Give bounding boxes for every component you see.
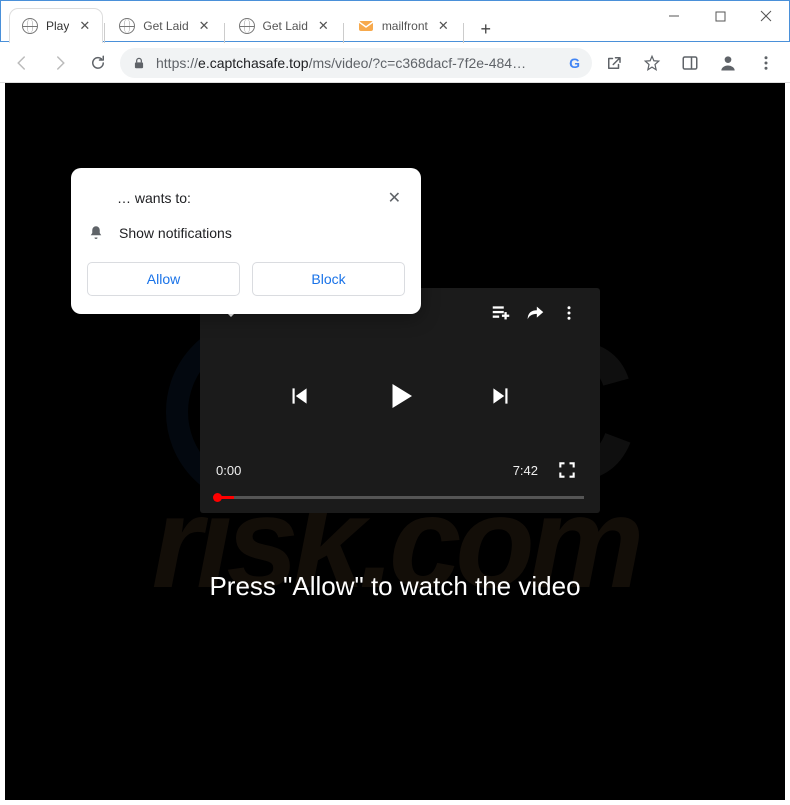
dialog-close-icon[interactable]: ✕ [384, 184, 405, 212]
player-time-row: 0:00 7:42 [200, 455, 600, 485]
mail-icon [358, 18, 374, 34]
address-bar[interactable]: https:// e.captchasafe.top /ms/video/?c=… [120, 48, 592, 78]
window-close-button[interactable] [743, 1, 789, 31]
globe-icon [239, 18, 255, 34]
scam-caption: Press "Allow" to watch the video [5, 571, 785, 602]
tab-separator [463, 23, 464, 43]
tab-title: Get Laid [143, 19, 188, 33]
browser-tab[interactable]: Get Laid ✕ [107, 9, 221, 43]
share-arrow-icon[interactable] [518, 298, 552, 328]
tab-close-icon[interactable]: ✕ [436, 16, 451, 36]
skip-next-icon[interactable] [488, 383, 514, 409]
profile-button[interactable] [712, 47, 744, 79]
allow-button[interactable]: Allow [87, 262, 240, 296]
page-content: PC risk.com [5, 83, 785, 800]
more-vert-icon[interactable] [552, 298, 586, 328]
permission-text: Show notifications [119, 225, 232, 241]
tab-separator [343, 23, 344, 43]
globe-icon [119, 18, 135, 34]
browser-tab[interactable]: mailfront ✕ [346, 9, 461, 43]
tab-title: mailfront [382, 19, 428, 33]
tab-separator [224, 23, 225, 43]
tab-close-icon[interactable]: ✕ [77, 16, 92, 36]
window-maximize-button[interactable] [697, 1, 743, 31]
tab-title: Play [46, 19, 69, 33]
nav-forward-button[interactable] [44, 47, 76, 79]
sidepanel-button[interactable] [674, 47, 706, 79]
tab-separator [104, 23, 105, 43]
chrome-menu-button[interactable] [750, 47, 782, 79]
nav-back-button[interactable] [6, 47, 38, 79]
tab-close-icon[interactable]: ✕ [316, 16, 331, 36]
tab-close-icon[interactable]: ✕ [197, 16, 212, 36]
duration: 7:42 [513, 463, 538, 478]
share-button[interactable] [598, 47, 630, 79]
playlist-add-icon[interactable] [484, 298, 518, 328]
notification-permission-dialog: … wants to: ✕ Show notifications Allow B… [71, 168, 421, 314]
tab-title: Get Laid [263, 19, 308, 33]
new-tab-button[interactable]: + [472, 15, 500, 43]
bell-icon [87, 224, 105, 242]
globe-icon [22, 18, 38, 34]
browser-toolbar: https:// e.captchasafe.top /ms/video/?c=… [0, 43, 790, 83]
url-path: /ms/video/?c=c368dacf-7f2e-484… [309, 55, 527, 71]
url-host: e.captchasafe.top [198, 55, 309, 71]
google-icon[interactable]: G [569, 55, 580, 71]
current-time: 0:00 [216, 463, 241, 478]
browser-tab[interactable]: Get Laid ✕ [227, 9, 341, 43]
video-player[interactable]: 0:00 7:42 [200, 288, 600, 513]
progress-bar[interactable] [216, 496, 584, 499]
dialog-title: … wants to: [87, 190, 384, 206]
block-button[interactable]: Block [252, 262, 405, 296]
play-icon[interactable] [382, 378, 418, 414]
bookmark-button[interactable] [636, 47, 668, 79]
nav-reload-button[interactable] [82, 47, 114, 79]
browser-tab[interactable]: Play ✕ [10, 9, 102, 43]
fullscreen-icon[interactable] [550, 455, 584, 485]
lock-icon [132, 56, 146, 70]
url-text: https:// e.captchasafe.top /ms/video/?c=… [156, 55, 526, 71]
url-protocol: https:// [156, 55, 198, 71]
player-controls [200, 378, 600, 414]
tab-strip: Play ✕ Get Laid ✕ Get Laid ✕ mailfront ✕… [10, 9, 690, 43]
skip-previous-icon[interactable] [286, 383, 312, 409]
